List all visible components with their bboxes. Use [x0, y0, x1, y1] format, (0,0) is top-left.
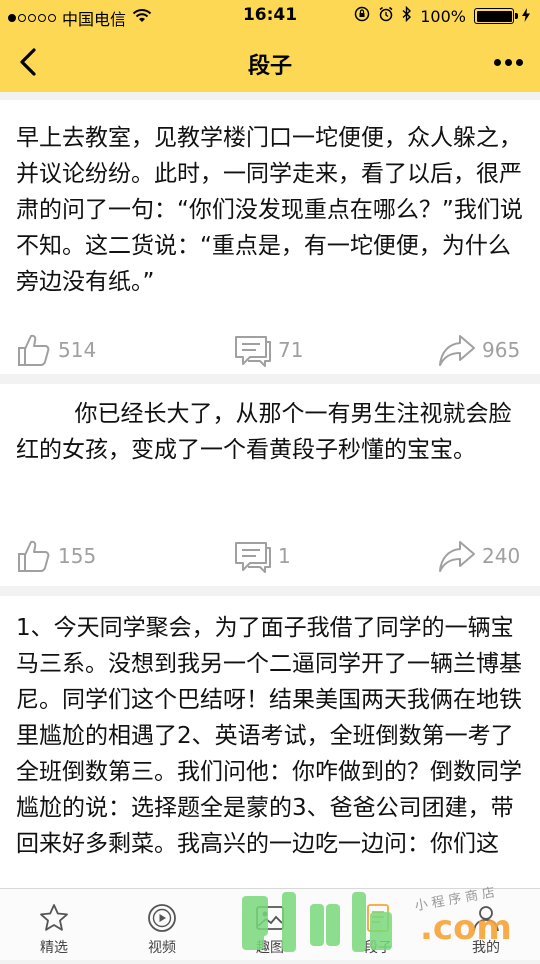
battery-icon [474, 8, 518, 24]
alarm-icon [378, 6, 394, 26]
joke-text: 1、今天同学聚会，为了面子我借了同学的一辆宝马三系。没想到我另一个二逼同学开了一… [16, 615, 522, 857]
share-icon [439, 541, 475, 572]
tab-label: 视频 [148, 940, 176, 956]
thumbs-up-icon [18, 540, 50, 572]
tab-label: 趣图 [256, 940, 284, 956]
joke-text: 你已经长大了，从那个一有男生注视就会脸红的女孩，变成了一个看黄段子秒懂的宝宝。 [16, 401, 512, 463]
charging-icon [522, 7, 530, 26]
tab-video[interactable]: 视频 [108, 889, 216, 961]
tab-label: 精选 [40, 940, 68, 956]
share-button[interactable]: 240 [438, 536, 520, 576]
status-right: 100% [354, 5, 530, 26]
page-title: 段子 [247, 54, 292, 79]
share-icon [439, 335, 475, 366]
status-bar: 中国电信 16:41 100% [0, 0, 540, 34]
app-header: 中国电信 16:41 100% 段子 [0, 0, 540, 92]
tab-label: 我的 [472, 940, 500, 956]
comment-count: 1 [278, 544, 291, 568]
comment-icon [235, 336, 271, 367]
comment-button[interactable]: 71 [234, 330, 303, 370]
play-icon [142, 901, 182, 935]
like-count: 155 [58, 544, 97, 568]
more-icon [493, 58, 501, 66]
card-actions: 514 71 965 [0, 330, 540, 370]
battery-percent: 100% [420, 6, 466, 26]
bottom-tab-bar: 精选 视频 趣图 段子 我的 [0, 888, 540, 960]
tab-label: 段子 [364, 940, 392, 956]
tab-profile[interactable]: 我的 [432, 889, 540, 961]
joke-card: 早上去教室，见教学楼门口一坨便便，众人躲之，并议论纷纷。此时，一同学走来，看了以… [0, 100, 540, 374]
navigation-bar: 段子 [0, 34, 540, 92]
thumbs-up-icon [18, 334, 50, 366]
tab-pictures[interactable]: 趣图 [216, 889, 324, 961]
star-icon [34, 901, 74, 935]
orientation-lock-icon [354, 6, 370, 26]
like-button[interactable]: 514 [16, 330, 96, 370]
joke-feed[interactable]: 早上去教室，见教学楼门口一坨便便，众人躲之，并议论纷纷。此时，一同学走来，看了以… [0, 92, 540, 888]
tab-jokes[interactable]: 段子 [324, 889, 432, 961]
like-count: 514 [58, 338, 97, 362]
joke-text: 早上去教室，见教学楼门口一坨便便，众人躲之，并议论纷纷。此时，一同学走来，看了以… [16, 125, 523, 295]
comment-button[interactable]: 1 [234, 536, 291, 576]
more-options-button[interactable] [488, 46, 528, 78]
card-actions: 155 1 240 [0, 536, 540, 576]
share-count: 965 [482, 338, 521, 362]
image-icon [250, 901, 290, 935]
comment-count: 71 [278, 338, 304, 362]
joke-card: 你已经长大了，从那个一有男生注视就会脸红的女孩，变成了一个看黄段子秒懂的宝宝。 … [0, 384, 540, 586]
person-icon [466, 901, 506, 935]
bluetooth-icon [402, 5, 412, 26]
like-button[interactable]: 155 [16, 536, 96, 576]
share-count: 240 [482, 544, 521, 568]
text-icon [358, 901, 398, 935]
share-button[interactable]: 965 [438, 330, 520, 370]
tab-featured[interactable]: 精选 [0, 889, 108, 961]
comment-icon [235, 542, 271, 573]
joke-card: 1、今天同学聚会，为了面子我借了同学的一辆宝马三系。没想到我另一个二逼同学开了一… [0, 596, 540, 888]
